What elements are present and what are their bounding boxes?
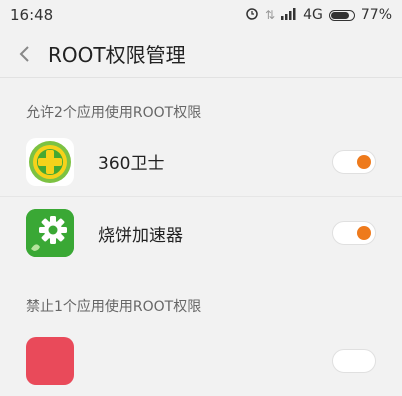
chevron-left-icon (19, 45, 29, 62)
page-title: ROOT权限管理 (48, 43, 186, 67)
alarm-icon (245, 6, 259, 24)
list-item[interactable] (0, 326, 402, 396)
battery-icon (328, 9, 355, 21)
signal-icon (281, 7, 297, 23)
list-item[interactable]: 360卫士 (0, 127, 402, 197)
back-button[interactable] (0, 30, 48, 78)
root-toggle[interactable] (332, 149, 376, 174)
360-security-icon (26, 137, 74, 186)
list-item[interactable]: 烧饼加速器 (0, 198, 402, 268)
app-name: 烧饼加速器 (98, 225, 183, 246)
vibrate-icon: ⇅ (265, 8, 276, 22)
allowed-section-label: 允许2个应用使用ROOT权限 (26, 105, 202, 121)
app-icon (26, 337, 74, 385)
root-toggle[interactable] (332, 221, 376, 245)
toggle-knob (357, 154, 371, 169)
status-bar: 16:48 ⇅ 4G 77% (0, 0, 402, 30)
root-toggle[interactable] (332, 349, 376, 373)
battery-level: 77% (360, 7, 392, 23)
network-type: 4G (303, 7, 323, 23)
toggle-knob (357, 226, 371, 240)
app-name: 360卫士 (98, 154, 165, 174)
denied-section-label: 禁止1个应用使用ROOT权限 (26, 299, 202, 315)
shaobing-accelerator-icon (26, 209, 74, 257)
status-time: 16:48 (10, 6, 54, 24)
app-header: ROOT权限管理 (0, 30, 402, 78)
status-icons: ⇅ 4G 77% (245, 6, 392, 24)
